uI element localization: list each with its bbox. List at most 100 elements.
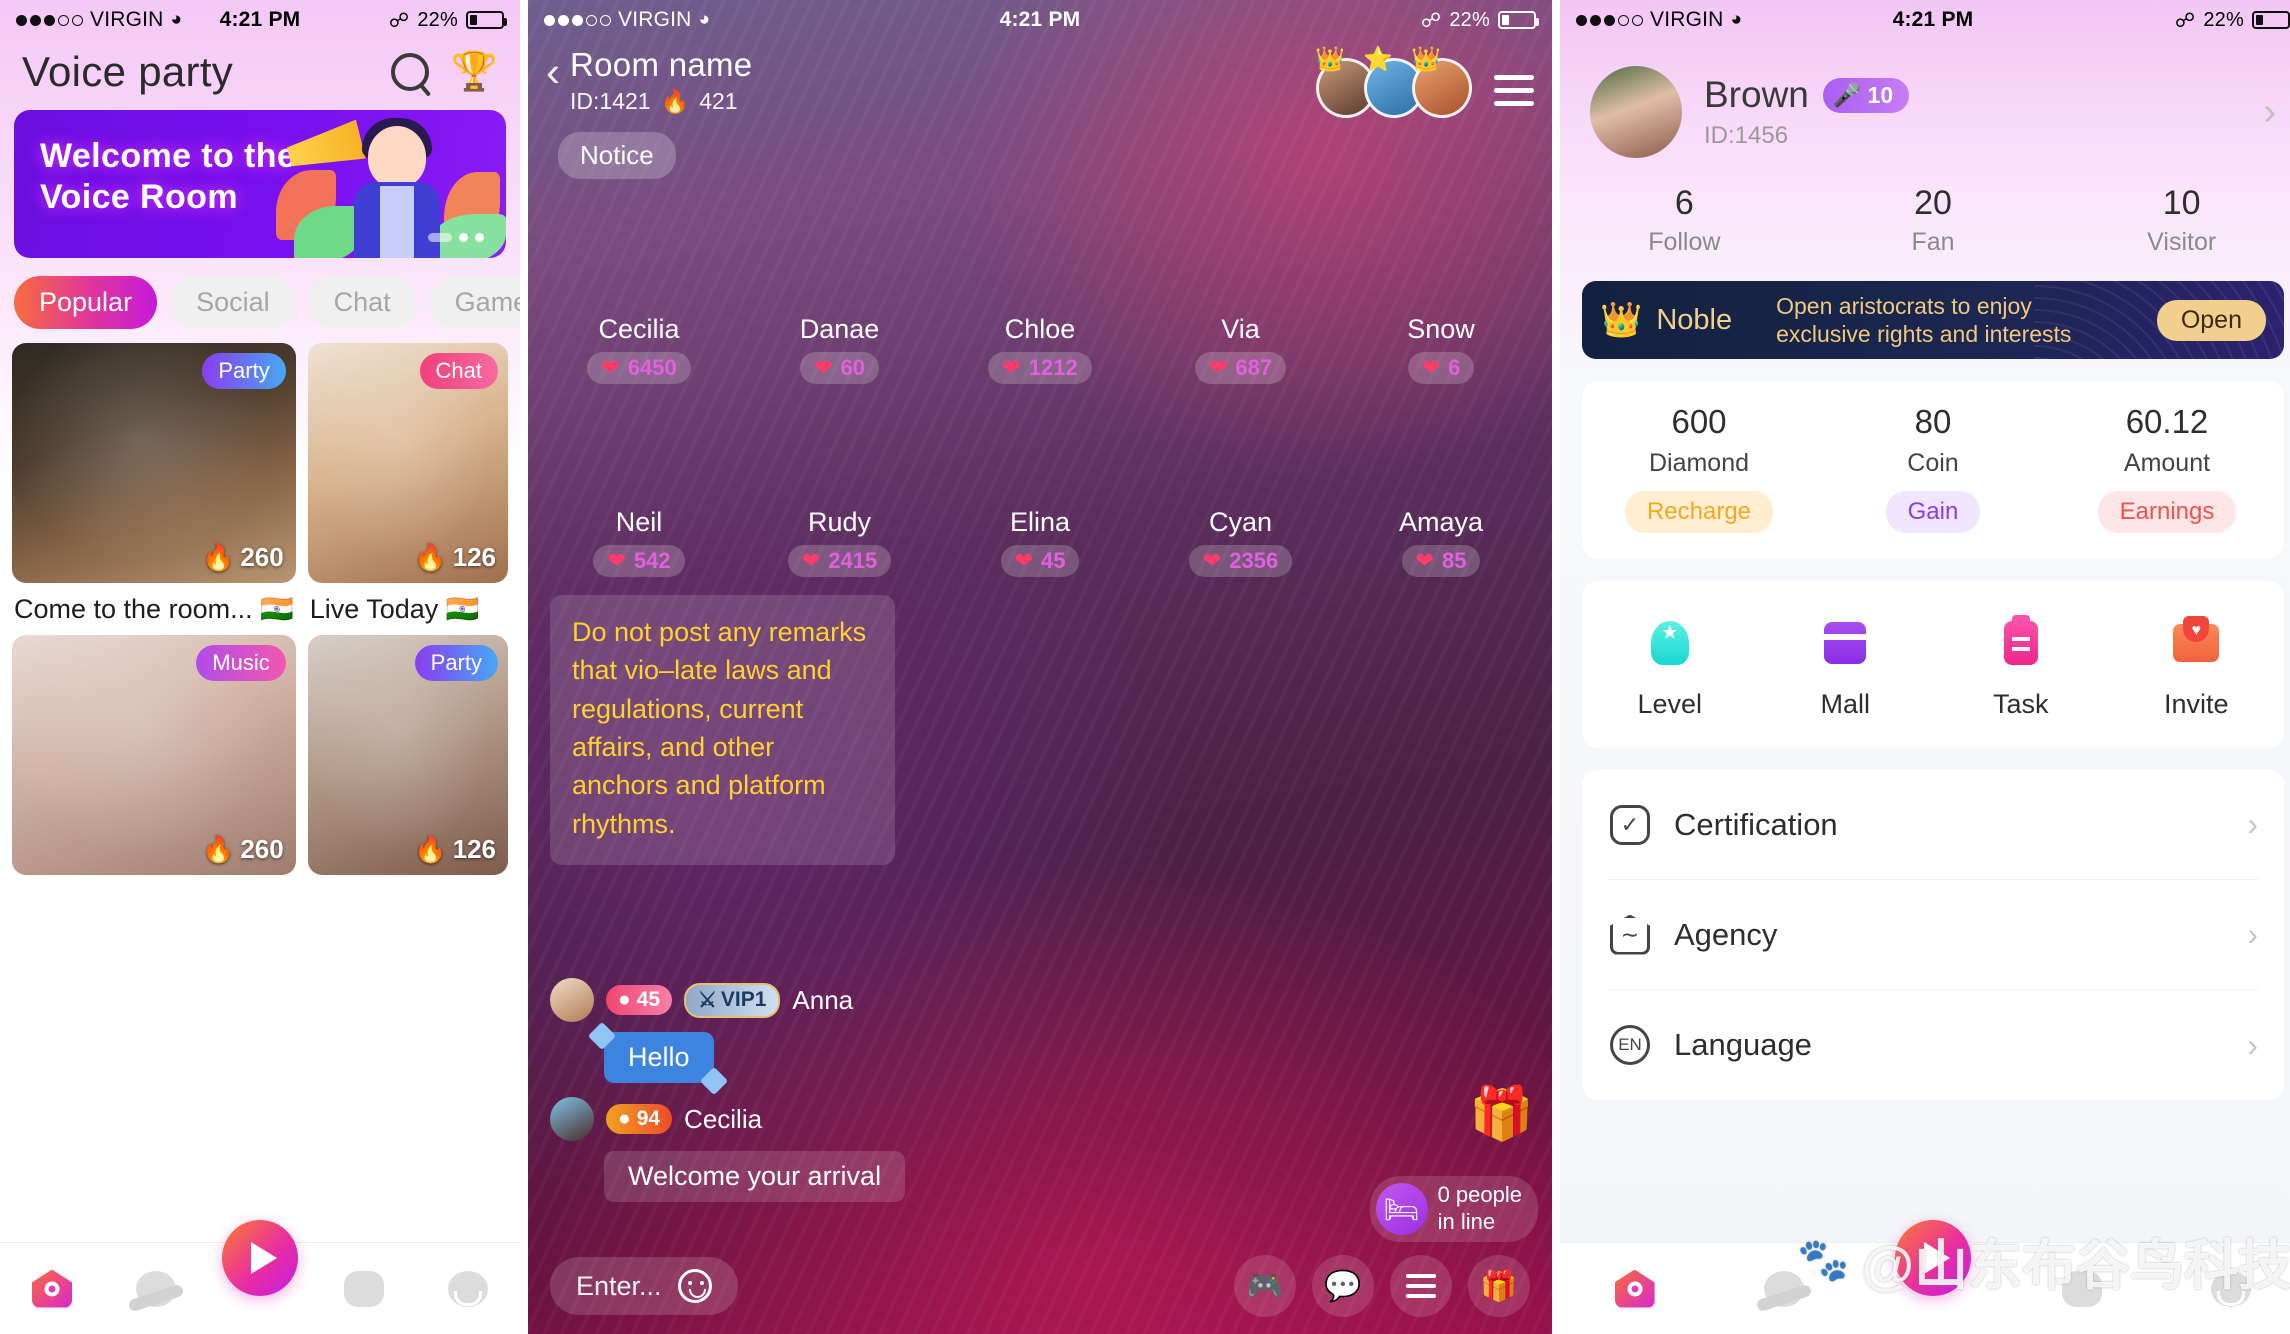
recharge-button[interactable]: Recharge xyxy=(1624,491,1774,533)
room-card[interactable]: Party 🔥 260 Come to the room... 🇮🇳 xyxy=(12,343,296,625)
seat-name: Snow xyxy=(1407,314,1475,344)
promo-banner[interactable]: Welcome to the Voice Room xyxy=(14,110,506,258)
level-icon: ● xyxy=(618,988,631,1011)
message-icon xyxy=(344,1270,384,1307)
wallet-card: 600 Diamond Recharge 80 Coin Gain 60.12 … xyxy=(1582,381,2284,559)
menu-invite[interactable]: Invite xyxy=(2109,611,2285,720)
list-item-label: Certification xyxy=(1674,806,1838,842)
seat-avatar xyxy=(587,394,691,498)
seat-item[interactable]: Cyan ❤ 2356 xyxy=(1148,394,1334,577)
list-item-language[interactable]: EN Language › xyxy=(1608,990,2258,1100)
flame-icon: 🔥 xyxy=(414,834,447,864)
trophy-icon[interactable]: 🏆 xyxy=(451,53,498,91)
room-card[interactable]: Music 🔥 260 xyxy=(12,635,296,875)
tab-profile[interactable] xyxy=(2157,1270,2290,1307)
room-grid: Party 🔥 260 Come to the room... 🇮🇳 Chat 🔥… xyxy=(0,343,520,875)
seat-avatar xyxy=(988,201,1092,305)
earnings-button[interactable]: Earnings xyxy=(2097,491,2237,533)
heart-icon: ❤ xyxy=(801,548,821,573)
carrier-label: VIRGIN xyxy=(90,8,164,31)
battery-percent: 22% xyxy=(1449,8,1490,31)
tab-chat[interactable]: Chat xyxy=(308,276,416,329)
seat-item[interactable]: Danae ❤ 60 xyxy=(747,201,933,384)
seat-name: Neil xyxy=(615,507,663,537)
avatar[interactable] xyxy=(550,978,594,1022)
agency-icon: ∼ xyxy=(1608,913,1652,957)
tab-discover[interactable] xyxy=(1709,1270,1858,1307)
game-icon[interactable]: 🎮 xyxy=(1234,1255,1296,1317)
room-card[interactable]: Chat 🔥 126 Live Today 🇮🇳 xyxy=(307,343,508,625)
tab-messages[interactable] xyxy=(2008,1270,2157,1307)
stat-value: 6 xyxy=(1674,184,1694,222)
chevron-right-icon: › xyxy=(2247,806,2258,842)
profile-id: ID:1456 xyxy=(1704,122,1789,149)
quick-menu-card: Level Mall Task Invite xyxy=(1582,581,2284,748)
stat-fan[interactable]: 20 Fan xyxy=(1809,184,2058,257)
tab-home[interactable] xyxy=(1560,1269,1709,1308)
room-badge: Music xyxy=(196,645,286,681)
home-icon xyxy=(1614,1269,1655,1308)
search-icon[interactable] xyxy=(390,53,429,91)
play-button[interactable] xyxy=(1895,1220,1971,1296)
carrier-label: VIRGIN xyxy=(1650,8,1724,31)
seat-item[interactable]: Chloe ❤ 1212 xyxy=(947,201,1133,384)
tab-home[interactable] xyxy=(0,1269,104,1308)
carousel-indicator[interactable] xyxy=(428,233,484,242)
top-contributor-avatar[interactable]: 👑 xyxy=(1411,46,1472,118)
emoji-icon[interactable] xyxy=(677,1269,712,1303)
gain-button[interactable]: Gain xyxy=(1885,491,1981,533)
profile-header[interactable]: Brown 🎤 10 ID:1456 › xyxy=(1560,40,2290,180)
home-icon xyxy=(32,1269,72,1308)
seat-item[interactable]: Amaya ❤ 85 xyxy=(1348,394,1534,577)
queue-indicator[interactable]: 🛏 0 people in line xyxy=(1369,1176,1538,1242)
flame-icon: 🔥 xyxy=(660,88,690,114)
stat-follow[interactable]: 6 Follow xyxy=(1560,184,1809,257)
room-thumbnail: Chat 🔥 126 xyxy=(307,343,508,583)
notice-badge[interactable]: Notice xyxy=(558,132,676,179)
avatar[interactable] xyxy=(550,1097,594,1141)
seat-item[interactable]: Rudy ❤ 2415 xyxy=(747,394,933,577)
noble-banner[interactable]: 👑 Noble Open aristocrats to enjoy exclus… xyxy=(1582,281,2284,359)
noble-open-button[interactable]: Open xyxy=(2156,299,2266,341)
list-item-certification[interactable]: ✓ Certification › xyxy=(1608,770,2258,880)
seat-item[interactable]: Cecilia ❤ 6450 xyxy=(546,201,732,384)
tab-discover[interactable] xyxy=(104,1270,208,1307)
level-badge: ● 94 xyxy=(606,1104,673,1134)
seat-item[interactable]: Neil ❤ 542 xyxy=(546,394,732,577)
chat-message-header: ● 45 ⚔ VIP1 Anna xyxy=(550,978,1530,1022)
star-icon: ⭐ xyxy=(1363,46,1393,73)
seat-item[interactable]: Via ❤ 687 xyxy=(1148,201,1334,384)
tab-game[interactable]: Game xyxy=(429,276,520,329)
stat-visitor[interactable]: 10 Visitor xyxy=(2057,184,2290,257)
flame-icon: 🔥 xyxy=(201,542,235,572)
seat-name: Rudy xyxy=(807,507,872,537)
back-icon[interactable]: ‹ xyxy=(546,44,570,94)
avatar[interactable] xyxy=(1590,66,1682,158)
play-button[interactable] xyxy=(222,1220,298,1296)
crown-icon: 👑 xyxy=(1411,46,1441,73)
seat-item[interactable]: Elina ❤ 45 xyxy=(947,394,1133,577)
chat-icon[interactable]: 💬 xyxy=(1312,1255,1374,1317)
menu-icon[interactable] xyxy=(1390,1255,1452,1317)
tab-social[interactable]: Social xyxy=(171,276,295,329)
chat-input[interactable]: Enter... xyxy=(550,1257,738,1315)
menu-task[interactable]: Task xyxy=(1933,611,2109,720)
seat-love-count: ❤ 6450 xyxy=(587,352,691,384)
tab-popular[interactable]: Popular xyxy=(14,276,158,329)
menu-mall[interactable]: Mall xyxy=(1758,611,1934,720)
bluetooth-icon: ☍ xyxy=(2174,9,2196,32)
list-item-agency[interactable]: ∼ Agency › xyxy=(1608,880,2258,990)
menu-level[interactable]: Level xyxy=(1582,611,1758,720)
seat-item[interactable]: Snow ❤ 6 xyxy=(1348,201,1534,384)
room-menu-icon[interactable] xyxy=(1494,71,1534,106)
level-icon: ● xyxy=(618,1107,631,1130)
room-card[interactable]: Party 🔥 126 xyxy=(307,635,508,875)
chevron-right-icon[interactable]: › xyxy=(2263,91,2276,134)
tab-messages[interactable] xyxy=(312,1270,416,1307)
stat-label: Fan xyxy=(1911,228,1955,256)
tab-profile[interactable] xyxy=(416,1270,520,1307)
chevron-right-icon: › xyxy=(2247,1026,2258,1063)
seat-avatar xyxy=(988,394,1092,498)
gift-icon[interactable]: 🎁 xyxy=(1468,1255,1530,1317)
battery-icon xyxy=(466,11,507,29)
